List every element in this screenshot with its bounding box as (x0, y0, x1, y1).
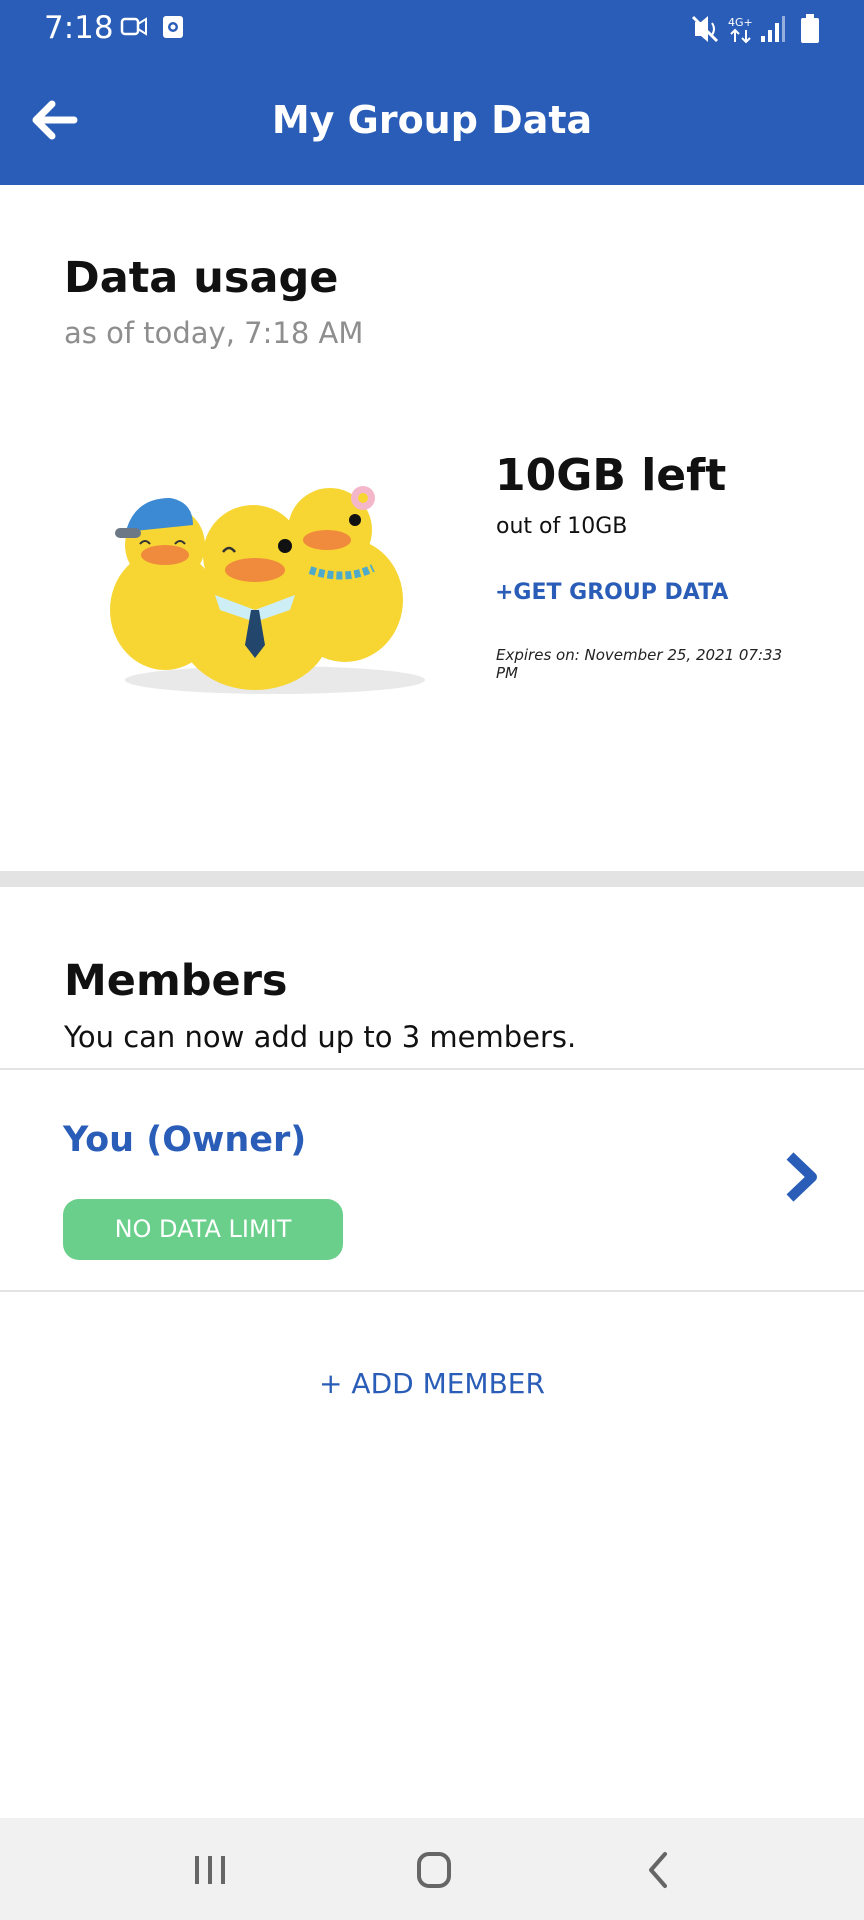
members-subtitle: You can now add up to 3 members. (64, 1020, 577, 1054)
status-bar: 7:18 4G+ (0, 0, 864, 60)
expiry-date: Expires on: November 25, 2021 07:33 PM (496, 646, 783, 682)
mute-vibrate-icon (691, 15, 719, 43)
member-row-owner[interactable]: You (Owner) NO DATA LIMIT (0, 1070, 864, 1292)
get-group-data-link[interactable]: +GET GROUP DATA (495, 580, 728, 605)
page-title: My Group Data (271, 98, 593, 142)
data-usage-heading: Data usage (64, 253, 339, 303)
recents-icon[interactable] (185, 1848, 235, 1892)
chevron-right-icon[interactable] (782, 1150, 822, 1204)
back-icon[interactable] (635, 1848, 685, 1892)
signal-icon (761, 16, 785, 42)
data-left-amount: 10GB left (495, 450, 727, 501)
svg-text:4G+: 4G+ (728, 16, 753, 29)
members-heading: Members (64, 956, 288, 1006)
status-time: 7:18 (44, 10, 114, 46)
section-divider (0, 871, 864, 887)
add-member-button[interactable]: + ADD MEMBER (0, 1367, 864, 1400)
system-nav-bar (0, 1818, 864, 1920)
data-usage-timestamp: as of today, 7:18 AM (64, 316, 364, 350)
screen-record-icon (163, 16, 183, 38)
4g-plus-icon: 4G+ (728, 16, 753, 44)
member-name: You (Owner) (63, 1120, 307, 1160)
home-icon[interactable] (409, 1848, 459, 1892)
ducks-illustration (110, 486, 425, 694)
no-data-limit-badge: NO DATA LIMIT (63, 1199, 343, 1260)
video-camera-icon (120, 17, 147, 36)
app-bar: My Group Data (0, 60, 864, 185)
battery-icon (801, 14, 819, 43)
divider (0, 1290, 864, 1292)
data-total: out of 10GB (496, 514, 628, 539)
